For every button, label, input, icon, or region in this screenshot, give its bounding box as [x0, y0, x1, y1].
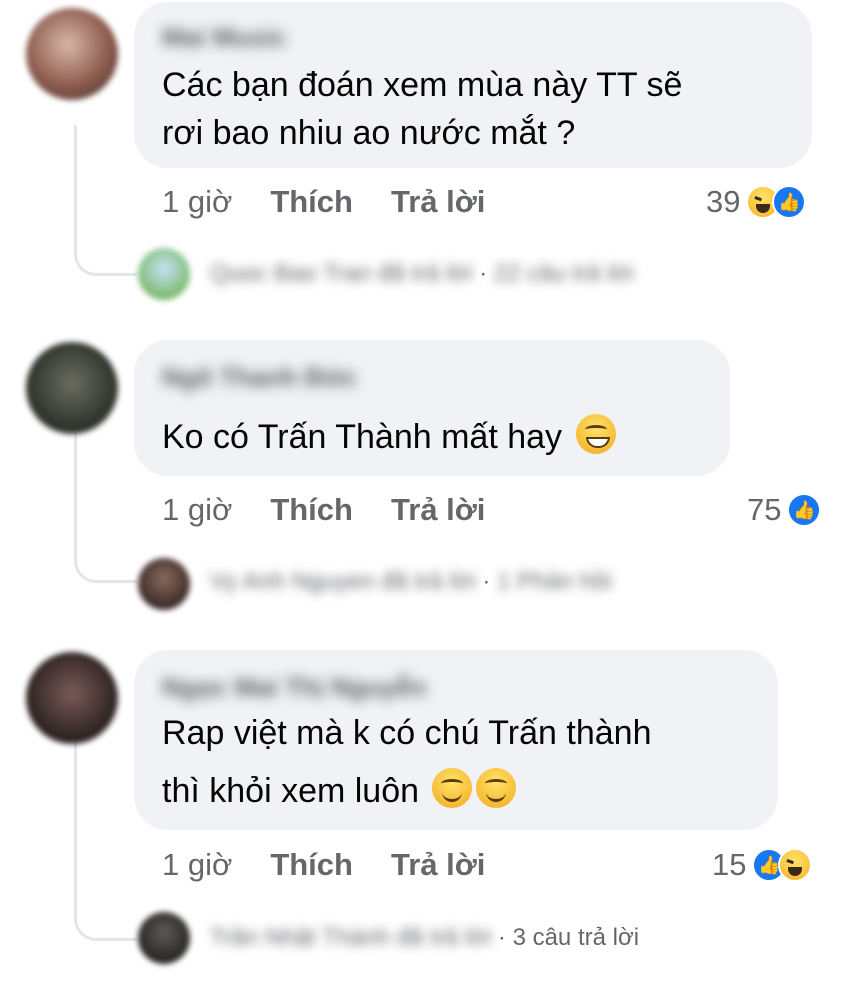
reply-count: 1 Phản hồi	[497, 568, 612, 595]
comment-text-line: Ko có Trấn Thành mất hay	[162, 412, 616, 462]
reaction-count: 39	[706, 184, 741, 219]
like-button[interactable]: Thích	[270, 492, 353, 527]
reaction-count: 75	[747, 492, 782, 527]
reply-status: đã trả lời	[396, 924, 492, 951]
view-replies-link[interactable]: Vy Anh Nguyen đã trả lời · 1 Phản hồi	[210, 568, 612, 596]
avatar[interactable]	[26, 8, 118, 100]
reaction-summary[interactable]: 15 👍	[712, 847, 813, 883]
comment-text-line: Rap việt mà k có chú Trấn thành	[162, 714, 652, 752]
reply-status: đã trả lời	[381, 568, 476, 595]
reply-status: đã trả lời	[378, 260, 473, 287]
comment-bubble: Ngô Thanh Đức Ko có Trấn Thành mất hay	[134, 340, 730, 476]
reply-author: Vy Anh Nguyen	[210, 568, 375, 595]
reply-button[interactable]: Trả lời	[391, 847, 485, 882]
thread-connector	[74, 125, 137, 276]
like-icon: 👍	[772, 185, 807, 219]
reply-author: Trần Nhật Thành	[210, 924, 391, 951]
reply-avatar[interactable]	[138, 912, 190, 964]
comment-actions: 1 giờ Thích Trả lời	[162, 847, 523, 883]
thread-connector	[74, 432, 137, 583]
comment-bubble: Mai Music Các bạn đoán xem mùa này TT sẽ…	[134, 2, 812, 168]
reply-avatar[interactable]	[138, 558, 190, 610]
avatar[interactable]	[26, 652, 118, 744]
reply-author: Quoc Bao Tran	[210, 260, 372, 287]
thread-connector	[74, 742, 137, 941]
reaction-summary[interactable]: 39 👍	[706, 184, 807, 220]
reply-avatar[interactable]	[138, 248, 190, 300]
grinning-face-icon	[575, 414, 616, 454]
haha-icon	[778, 848, 813, 882]
reaction-count: 15	[712, 847, 747, 882]
reply-count: 3 câu trả lời	[512, 924, 640, 951]
reaction-summary[interactable]: 75 👍	[747, 492, 822, 528]
comment-text-line: rơi bao nhiu ao nước mắt ?	[162, 114, 576, 152]
like-icon: 👍	[787, 493, 822, 527]
timestamp[interactable]: 1 giờ	[162, 492, 232, 527]
smiling-face-icon	[432, 768, 473, 808]
comment-author[interactable]: Mai Music	[162, 22, 286, 53]
comment-actions: 1 giờ Thích Trả lời	[162, 492, 523, 528]
comment-bubble: Ngọc Mai Thị Nguyễn Rap việt mà k có chú…	[134, 650, 778, 830]
reply-button[interactable]: Trả lời	[391, 492, 485, 527]
comment-author[interactable]: Ngô Thanh Đức	[162, 362, 357, 393]
view-replies-link[interactable]: Quoc Bao Tran đã trả lời · 22 câu trả lờ…	[210, 260, 634, 288]
view-replies-link[interactable]: Trần Nhật Thành đã trả lời · 3 câu trả l…	[210, 924, 639, 952]
reply-button[interactable]: Trả lời	[391, 184, 485, 219]
comment-author[interactable]: Ngọc Mai Thị Nguyễn	[162, 672, 426, 703]
comment-text: Ko có Trấn Thành mất hay	[162, 418, 563, 456]
comment-text-line: Các bạn đoán xem mùa này TT sẽ	[162, 66, 683, 104]
reply-count: 22 câu trả lời	[493, 260, 634, 287]
timestamp[interactable]: 1 giờ	[162, 847, 232, 882]
like-button[interactable]: Thích	[270, 184, 353, 219]
comment-text-line: thì khỏi xem luôn	[162, 766, 517, 816]
smiling-face-icon	[476, 768, 517, 808]
comment-actions: 1 giờ Thích Trả lời	[162, 184, 523, 220]
like-button[interactable]: Thích	[270, 847, 353, 882]
comment-text: thì khỏi xem luôn	[162, 772, 420, 810]
timestamp[interactable]: 1 giờ	[162, 184, 232, 219]
avatar[interactable]	[26, 342, 118, 434]
